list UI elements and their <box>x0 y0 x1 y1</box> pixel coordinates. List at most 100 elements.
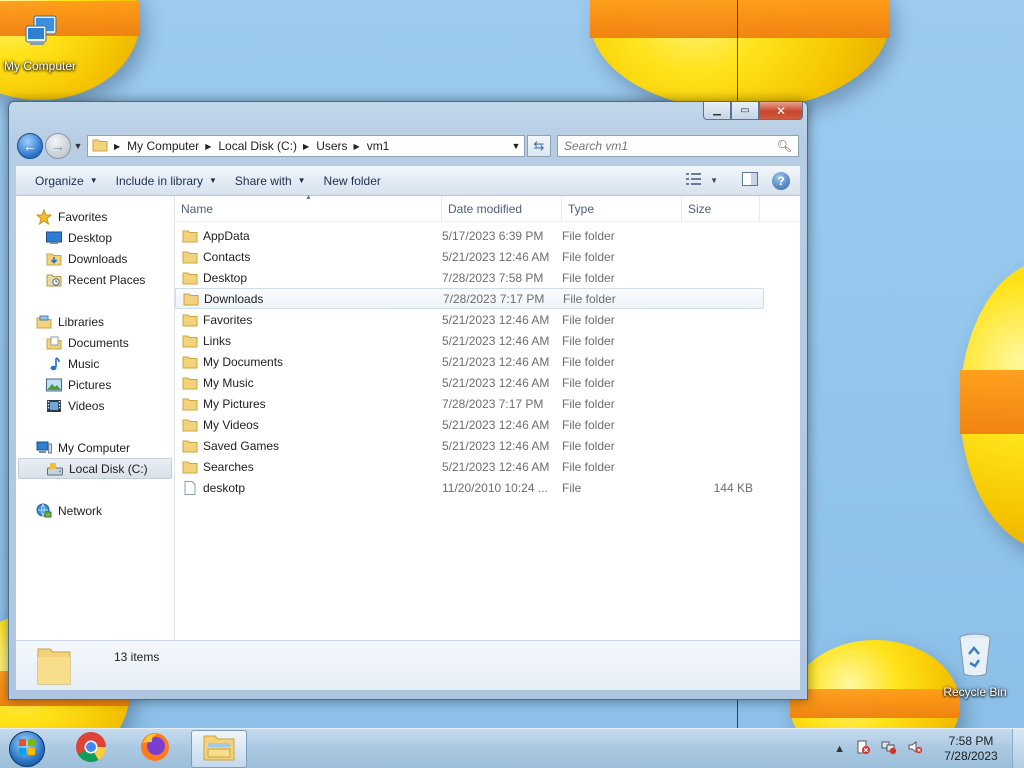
computer-icon <box>36 440 52 456</box>
preview-pane-icon <box>742 172 758 189</box>
file-name: My Videos <box>203 417 259 432</box>
chevron-right-icon: ▶ <box>353 141 360 151</box>
nav-pictures[interactable]: Pictures <box>16 374 174 395</box>
nav-network[interactable]: Network <box>16 500 174 521</box>
close-button[interactable]: ✕ <box>759 102 803 120</box>
breadcrumb-vm1[interactable]: ▶ vm1 <box>352 139 390 153</box>
taskbar-clock[interactable]: 7:58 PM 7/28/2023 <box>936 734 1006 764</box>
recent-pages-dropdown[interactable]: ▼ <box>71 141 85 151</box>
file-row[interactable]: AppData 5/17/2023 6:39 PM File folder <box>175 225 800 246</box>
file-row[interactable]: Desktop 7/28/2023 7:58 PM File folder <box>175 267 800 288</box>
file-row[interactable]: deskotp 11/20/2010 10:24 ... File 144 KB <box>175 477 800 498</box>
file-row[interactable]: Links 5/21/2023 12:46 AM File folder <box>175 330 800 351</box>
file-name: Links <box>203 333 232 348</box>
column-headers: ▲ Name Date modified Type Size <box>175 194 800 222</box>
network-status-icon[interactable] <box>881 739 897 758</box>
nav-recent-places[interactable]: Recent Places <box>16 269 174 290</box>
file-name-cell: Desktop <box>175 271 436 285</box>
column-header-size[interactable]: Size <box>682 196 760 221</box>
file-row[interactable]: My Documents 5/21/2023 12:46 AM File folde… <box>175 351 800 372</box>
chevron-down-icon: ▼ <box>89 176 98 185</box>
nav-my-computer[interactable]: My Computer <box>16 437 174 458</box>
nav-desktop[interactable]: Desktop <box>16 227 174 248</box>
search-icon[interactable]: 🔍︎ <box>777 139 792 153</box>
file-type-cell: File folder <box>562 270 615 285</box>
hard-drive-icon <box>47 461 63 477</box>
file-row[interactable]: My Videos 5/21/2023 12:46 AM File folder <box>175 414 800 435</box>
details-pane: 13 items <box>16 640 800 690</box>
file-date-cell: 7/28/2023 7:58 PM <box>442 270 544 285</box>
breadcrumb-local-disk[interactable]: ▶ Local Disk (C:) <box>203 139 297 153</box>
minimize-button[interactable]: ▁ <box>703 102 731 120</box>
back-arrow-icon: ← <box>23 138 37 154</box>
chrome-icon <box>74 730 108 767</box>
help-button[interactable]: ? <box>772 171 790 190</box>
explorer-panes: Favorites Desktop Downloads Recent Place… <box>16 194 800 640</box>
file-row[interactable]: My Pictures 7/28/2023 7:17 PM File folder <box>175 393 800 414</box>
file-row[interactable]: Contacts 5/21/2023 12:46 AM File folder <box>175 246 800 267</box>
nav-libraries[interactable]: Libraries <box>16 311 174 332</box>
address-history-dropdown[interactable]: ▼ <box>508 141 524 151</box>
file-name-cell: Favorites <box>175 313 436 327</box>
desktop-icon-recycle-bin[interactable]: Recycle Bin <box>935 632 1015 699</box>
nav-local-disk[interactable]: Local Disk (C:) <box>18 458 172 479</box>
file-type-cell: File <box>562 480 582 495</box>
maximize-button[interactable]: ▭ <box>731 102 759 120</box>
file-date-cell: 11/20/2010 10:24 ... <box>442 480 548 495</box>
file-date-cell: 5/21/2023 12:46 AM <box>442 249 550 264</box>
caption-buttons: ▁ ▭ ✕ <box>703 102 803 120</box>
nav-videos[interactable]: Videos <box>16 395 174 416</box>
column-header-type[interactable]: Type <box>562 196 682 221</box>
file-row[interactable]: Favorites 5/21/2023 12:46 AM File folder <box>175 309 800 330</box>
volume-muted-icon[interactable] <box>907 739 923 758</box>
file-row[interactable]: Searches 5/21/2023 12:46 AM File folder <box>175 456 800 477</box>
forward-button[interactable]: → <box>45 133 71 159</box>
forward-arrow-icon: → <box>51 138 65 154</box>
action-center-icon[interactable] <box>855 739 871 758</box>
star-icon <box>36 208 52 225</box>
back-button[interactable]: ← <box>17 133 43 159</box>
nav-favorites[interactable]: Favorites <box>16 206 174 227</box>
file-row[interactable]: My Music 5/21/2023 12:46 AM File folder <box>175 372 800 393</box>
file-date-cell: 5/21/2023 12:46 AM <box>442 333 550 348</box>
folder-icon <box>182 355 203 369</box>
desktop-icon-my-computer[interactable]: My Computer <box>0 12 80 73</box>
folder-icon <box>182 397 203 411</box>
nav-music[interactable]: Music <box>16 353 174 374</box>
explorer-window: ▁ ▭ ✕ ← → ▼ ▶ My Computer ▶ Local Disk (C:… <box>8 101 808 700</box>
folder-icon <box>182 229 203 243</box>
include-in-library-menu[interactable]: Include in library ▼ <box>107 174 226 188</box>
new-folder-button[interactable]: New folder <box>315 174 390 188</box>
taskbar-explorer[interactable] <box>191 729 247 768</box>
nav-documents[interactable]: Documents <box>16 332 174 353</box>
refresh-button[interactable]: ⇆ <box>527 135 551 157</box>
address-bar[interactable]: ▶ My Computer ▶ Local Disk (C:) ▶ Users ▶ vm… <box>87 135 525 157</box>
file-row[interactable]: Saved Games 5/21/2023 12:46 AM File folder <box>175 435 800 456</box>
file-row[interactable]: Downloads 7/28/2023 7:17 PM File folder <box>175 288 764 309</box>
show-desktop-button[interactable] <box>1012 728 1024 768</box>
file-date-cell: 7/28/2023 7:17 PM <box>443 291 545 306</box>
taskbar-chrome[interactable] <box>63 730 119 768</box>
maximize-icon: ▭ <box>740 105 750 116</box>
file-rows: AppData 5/17/2023 6:39 PM File folder Conta… <box>175 222 800 498</box>
change-view-button[interactable]: ▼ <box>686 173 718 188</box>
share-with-menu[interactable]: Share with ▼ <box>226 174 315 188</box>
preview-pane-button[interactable] <box>742 172 758 189</box>
search-input[interactable] <box>564 139 777 153</box>
breadcrumb-users[interactable]: ▶ Users <box>301 139 348 153</box>
documents-icon <box>46 335 62 351</box>
organize-menu[interactable]: Organize ▼ <box>26 174 107 188</box>
chevron-down-icon: ▼ <box>297 176 306 185</box>
file-list-view: ▲ Name Date modified Type Size AppData 5/… <box>175 194 800 640</box>
libraries-icon <box>36 314 52 330</box>
show-hidden-icons-button[interactable]: ▲ <box>834 743 845 755</box>
folder-icon <box>182 439 203 453</box>
nav-downloads[interactable]: Downloads <box>16 248 174 269</box>
start-button[interactable] <box>9 730 45 767</box>
recent-places-icon <box>46 272 62 288</box>
taskbar-firefox[interactable] <box>127 730 183 768</box>
column-header-date-modified[interactable]: Date modified <box>442 196 562 221</box>
breadcrumb-my-computer[interactable]: ▶ My Computer <box>112 139 199 153</box>
chevron-down-icon: ▼ <box>511 141 521 151</box>
file-name-cell: My Documents <box>175 355 436 369</box>
